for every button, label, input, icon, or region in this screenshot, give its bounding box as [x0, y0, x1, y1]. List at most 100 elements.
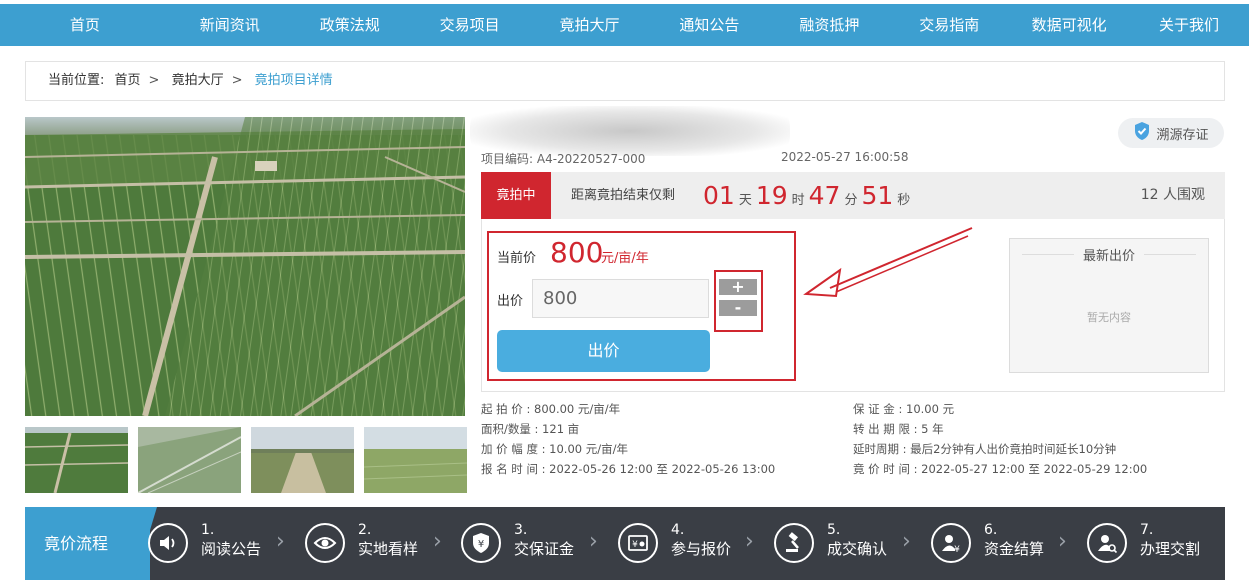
quote-icon: ¥ [618, 523, 658, 563]
nav-item-home[interactable]: 首页 [0, 4, 170, 46]
gavel-icon [774, 523, 814, 563]
nav-item-policy[interactable]: 政策法规 [290, 4, 410, 46]
detail-area: 面积/数量 : 121 亩 [481, 422, 580, 436]
countdown: 01 天 19 时 47 分 51 秒 [703, 172, 914, 224]
detail-delay: 延时周期 : 最后2分钟有人出价竟拍时间延长10分钟 [853, 442, 1117, 456]
step-number: 1. [201, 522, 215, 538]
step-number: 6. [984, 522, 998, 538]
process-step-3[interactable]: ¥ 3. 交保证金 [461, 507, 601, 580]
step-label: 参与报价 [671, 540, 732, 558]
user-yen-icon: ¥ [931, 523, 971, 563]
latest-bids-title: 最新出价 [1082, 249, 1135, 264]
trace-evidence-label: 溯源存证 [1156, 127, 1209, 143]
detail-bid-time: 竟 价 时 间 : 2022-05-27 12:00 至 2022-05-29 … [853, 462, 1148, 476]
process-step-7[interactable]: 7. 办理交割 [1087, 507, 1225, 580]
trace-evidence-badge[interactable]: 溯源存证 [1118, 118, 1224, 148]
submit-bid-button[interactable]: 出价 [497, 330, 710, 372]
countdown-minutes: 47 [808, 181, 841, 210]
countdown-label: 距离竟拍结束仅剩 [571, 188, 676, 203]
step-label: 办理交割 [1140, 540, 1201, 558]
nav-item-data-viz[interactable]: 数据可视化 [1009, 4, 1129, 46]
latest-bids-empty: 暂无内容 [1087, 311, 1131, 324]
detail-increment: 加 价 幅 度 : 10.00 元/亩/年 [481, 442, 628, 456]
bid-amount-input[interactable] [532, 279, 709, 318]
decrease-bid-button[interactable]: - [719, 300, 757, 316]
thumbnail-1[interactable] [25, 427, 128, 493]
countdown-hours-unit: 时 [791, 193, 805, 208]
top-nav: 首页 新闻资讯 政策法规 交易项目 竟拍大厅 通知公告 融资抵押 交易指南 数据… [0, 4, 1249, 46]
thumbnail-2[interactable] [138, 427, 241, 493]
step-label: 交保证金 [514, 540, 575, 558]
detail-start-price: 起 拍 价 : 800.00 元/亩/年 [481, 402, 621, 416]
breadcrumb: 当前位置: 首页 > 竟拍大厅 > 竟拍项目详情 [25, 61, 1225, 101]
nav-item-auction-hall[interactable]: 竟拍大厅 [530, 4, 650, 46]
current-price-unit: 元/亩/年 [601, 251, 649, 266]
chevron-right-icon: › [1058, 529, 1067, 554]
breadcrumb-separator: > [231, 73, 243, 88]
latest-bids-panel: 最新出价 暂无内容 [1009, 238, 1209, 373]
countdown-hours: 19 [755, 181, 788, 210]
current-price-value: 800 [550, 236, 604, 269]
chevron-right-icon: › [589, 529, 598, 554]
chevron-right-icon: › [745, 529, 754, 554]
nav-item-about[interactable]: 关于我们 [1129, 4, 1249, 46]
countdown-seconds: 51 [861, 181, 894, 210]
step-label: 成交确认 [827, 540, 888, 558]
bidding-process-bar: 竟价流程 1. 阅读公告 › 2. 实地看样 › ¥ 3. 交保证金 › ¥ 4… [25, 507, 1225, 580]
project-meta: 项目编码: A4-20220527-000 2022-05-27 16:00:5… [481, 150, 908, 167]
nav-item-news[interactable]: 新闻资讯 [170, 4, 290, 46]
detail-deposit: 保 证 金 : 10.00 元 [853, 402, 955, 416]
svg-text:¥: ¥ [954, 545, 960, 554]
annotation-arrow-icon [803, 227, 973, 298]
eye-icon [305, 523, 345, 563]
current-price-label: 当前价 [497, 251, 537, 266]
shield-yen-icon: ¥ [461, 523, 501, 563]
process-step-6[interactable]: ¥ 6. 资金结算 [931, 507, 1071, 580]
status-badge: 竟拍中 [481, 172, 551, 219]
project-main-photo [25, 117, 465, 416]
countdown-days: 01 [703, 181, 735, 210]
step-label: 阅读公告 [201, 540, 262, 558]
process-title: 竟价流程 [25, 507, 150, 580]
countdown-seconds-unit: 秒 [897, 193, 911, 208]
chevron-right-icon: › [276, 529, 285, 554]
process-step-4[interactable]: ¥ 4. 参与报价 [618, 507, 758, 580]
speaker-icon [148, 523, 188, 563]
breadcrumb-separator: > [148, 73, 160, 88]
detail-signup-time: 报 名 时 间 : 2022-05-26 12:00 至 2022-05-26 … [481, 462, 776, 476]
step-number: 7. [1140, 522, 1154, 538]
thumbnail-3[interactable] [251, 427, 354, 493]
process-step-1[interactable]: 1. 阅读公告 [148, 507, 288, 580]
project-code: 项目编码: A4-20220527-000 [481, 152, 646, 166]
increase-bid-button[interactable]: + [719, 279, 757, 295]
svg-text:¥: ¥ [478, 539, 484, 550]
chevron-right-icon: › [433, 529, 442, 554]
bid-input-label: 出价 [497, 294, 524, 309]
viewer-count: 12 人围观 [1140, 187, 1205, 203]
step-number: 5. [827, 522, 841, 538]
nav-item-notices[interactable]: 通知公告 [649, 4, 769, 46]
process-step-2[interactable]: 2. 实地看样 [305, 507, 445, 580]
nav-item-guide[interactable]: 交易指南 [889, 4, 1009, 46]
process-step-5[interactable]: 5. 成交确认 [774, 507, 914, 580]
auction-status-bar: 竟拍中 距离竟拍结束仅剩 01 天 19 时 47 分 51 秒 12 人围观 [481, 172, 1225, 219]
step-number: 4. [671, 522, 685, 538]
step-number: 2. [358, 522, 372, 538]
breadcrumb-prefix: 当前位置: [48, 73, 105, 88]
blurred-project-title [470, 106, 790, 156]
breadcrumb-current: 竟拍项目详情 [254, 73, 333, 88]
breadcrumb-home-link[interactable]: 首页 [115, 73, 141, 88]
breadcrumb-auction-hall-link[interactable]: 竟拍大厅 [172, 73, 224, 88]
svg-text:¥: ¥ [632, 540, 638, 550]
shield-check-icon [1133, 121, 1151, 145]
countdown-minutes-unit: 分 [844, 193, 858, 208]
step-number: 3. [514, 522, 528, 538]
step-label: 实地看样 [358, 540, 419, 558]
step-label: 资金结算 [984, 540, 1045, 558]
chevron-right-icon: › [902, 529, 911, 554]
nav-item-financing[interactable]: 融资抵押 [769, 4, 889, 46]
thumbnail-4[interactable] [364, 427, 467, 493]
detail-term: 转 出 期 限 : 5 年 [853, 422, 944, 436]
user-search-icon [1087, 523, 1127, 563]
nav-item-projects[interactable]: 交易项目 [410, 4, 530, 46]
